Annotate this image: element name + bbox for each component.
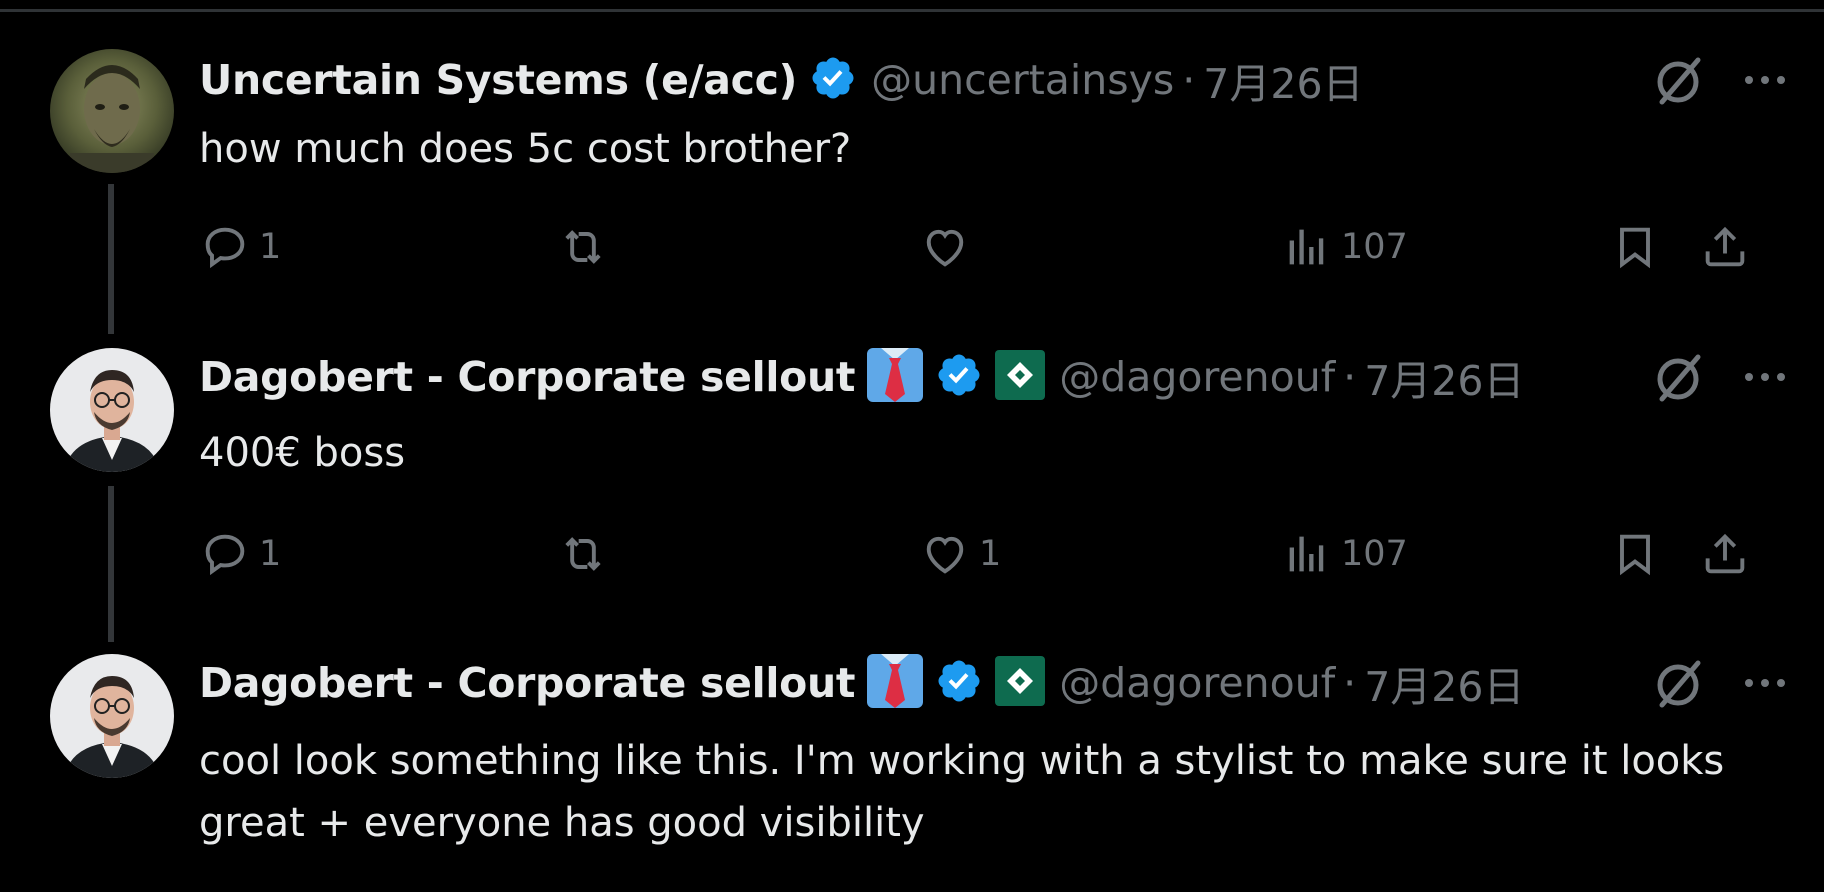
share-icon <box>1705 226 1745 267</box>
handle[interactable]: @uncertainsys <box>871 56 1174 104</box>
handle[interactable]: @dagorenouf <box>1059 353 1335 401</box>
separator: · <box>1343 659 1357 707</box>
grok-icon[interactable] <box>1650 653 1710 713</box>
affiliate-badge-icon[interactable] <box>995 350 1046 404</box>
avatar-image-uncertain <box>50 49 174 173</box>
tweet-actions: 1 1 107 <box>199 524 1799 584</box>
tweet[interactable]: Dagobert - Corporate sellout @dagorenouf… <box>0 640 1824 892</box>
repost-button[interactable] <box>557 524 617 584</box>
reply-button[interactable]: 1 <box>199 524 281 584</box>
bookmark-icon <box>1620 534 1650 576</box>
timestamp[interactable]: 7月26日 <box>1203 50 1363 110</box>
verified-badge-icon[interactable] <box>935 351 983 403</box>
tweet-header: Uncertain Systems (e/acc) @uncertainsys … <box>199 50 1364 110</box>
reply-button[interactable]: 1 <box>199 217 281 277</box>
necktie-emoji-icon <box>867 348 924 406</box>
share-button[interactable] <box>1699 217 1751 277</box>
like-button[interactable] <box>919 217 979 277</box>
timestamp[interactable]: 7月26日 <box>1364 653 1524 713</box>
tweet-actions: 1 107 <box>199 217 1799 277</box>
grok-icon[interactable] <box>1650 347 1710 407</box>
tweet-text: how much does 5c cost brother? <box>199 126 852 172</box>
views-button[interactable]: 107 <box>1281 217 1408 277</box>
repost-icon <box>565 537 601 571</box>
grok-icon[interactable] <box>1650 50 1710 110</box>
bookmark-button[interactable] <box>1609 217 1661 277</box>
views-icon <box>1289 536 1324 572</box>
separator: · <box>1343 353 1357 401</box>
like-button[interactable]: 1 <box>919 524 1001 584</box>
views-button[interactable]: 107 <box>1281 524 1408 584</box>
tweet-header: Dagobert - Corporate sellout @dagorenouf… <box>199 347 1524 407</box>
tweet[interactable]: Dagobert - Corporate sellout @dagorenouf… <box>0 330 1824 640</box>
repost-icon <box>565 230 601 264</box>
avatar-image-dagobert <box>50 654 174 778</box>
handle[interactable]: @dagorenouf <box>1059 659 1335 707</box>
avatar[interactable] <box>50 654 174 778</box>
more-icon[interactable] <box>1740 347 1790 407</box>
separator: · <box>1182 56 1196 104</box>
tweet-text: 400€ boss <box>199 430 406 476</box>
more-icon[interactable] <box>1740 653 1790 713</box>
reply-count: 1 <box>259 534 282 574</box>
tweet-header: Dagobert - Corporate sellout @dagorenouf… <box>199 653 1524 713</box>
necktie-emoji-icon <box>867 654 924 712</box>
reply-icon <box>205 534 245 576</box>
tweet-text: cool look something like this. I'm worki… <box>199 738 1725 846</box>
view-count: 107 <box>1341 534 1408 574</box>
like-count: 1 <box>979 534 1002 574</box>
reply-count: 1 <box>259 227 282 267</box>
bookmark-button[interactable] <box>1609 524 1661 584</box>
avatar[interactable] <box>50 348 174 472</box>
share-button[interactable] <box>1699 524 1751 584</box>
thread: Uncertain Systems (e/acc) @uncertainsys … <box>0 0 1824 892</box>
reply-icon <box>205 227 245 269</box>
tweet[interactable]: Uncertain Systems (e/acc) @uncertainsys … <box>0 0 1824 330</box>
share-icon <box>1705 533 1745 574</box>
more-icon[interactable] <box>1740 50 1790 110</box>
view-count: 107 <box>1341 227 1408 267</box>
display-name[interactable]: Dagobert - Corporate sellout <box>199 353 856 401</box>
views-icon <box>1289 229 1324 265</box>
repost-button[interactable] <box>557 217 617 277</box>
heart-icon <box>926 536 964 574</box>
affiliate-badge-icon[interactable] <box>995 656 1046 710</box>
heart-icon <box>926 229 964 267</box>
verified-badge-icon[interactable] <box>809 54 857 106</box>
display-name[interactable]: Uncertain Systems (e/acc) <box>199 56 797 104</box>
display-name[interactable]: Dagobert - Corporate sellout <box>199 659 856 707</box>
verified-badge-icon[interactable] <box>935 657 983 709</box>
avatar-image-dagobert <box>50 348 174 472</box>
avatar[interactable] <box>50 49 174 173</box>
timestamp[interactable]: 7月26日 <box>1364 347 1524 407</box>
bookmark-icon <box>1620 227 1650 269</box>
